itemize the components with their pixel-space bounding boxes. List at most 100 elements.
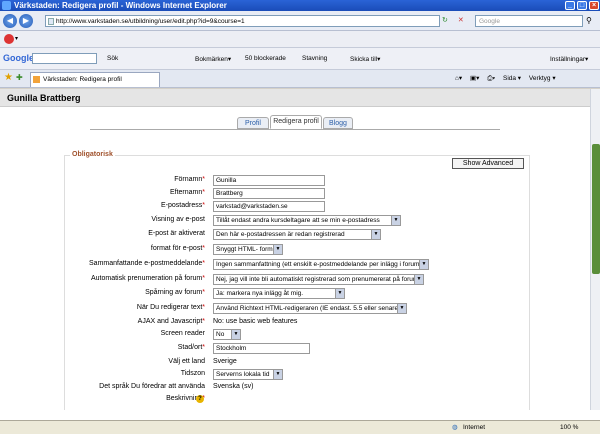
tab-blog[interactable]: Blogg [323, 117, 353, 129]
page-menu[interactable]: Sida ▾ [503, 75, 521, 82]
form-row: Det språk Du föredrar att använda Svenska… [0, 382, 590, 394]
bookmarks-button[interactable]: Bokmärken▾ [195, 55, 231, 63]
show-advanced-button[interactable]: Show Advanced [452, 158, 524, 169]
page-icon [48, 18, 54, 25]
send-to-button[interactable]: Skicka till▾ [350, 55, 380, 63]
static-value: No: use basic web features [213, 318, 298, 325]
select-field[interactable]: Den här e-postadressen är redan registre… [213, 229, 381, 240]
back-icon[interactable]: ◀ [3, 14, 17, 28]
zoom-level[interactable]: 100 % [560, 424, 578, 431]
chevron-down-icon[interactable]: ▼ [391, 216, 400, 225]
home-icon[interactable]: ⌂▾ [455, 75, 462, 82]
google-search-input[interactable] [32, 53, 97, 64]
browser-tab[interactable]: Värkstaden: Redigera profil [30, 72, 160, 87]
scrollbar-thumb[interactable] [592, 144, 600, 274]
scrollbar[interactable] [590, 89, 600, 410]
select-value: No [216, 331, 225, 338]
form-row: Stad/ort* Stockholm [0, 343, 590, 355]
select-value: Snyggt HTML- format [216, 246, 279, 253]
tools-menu[interactable]: Verktyg ▾ [529, 75, 556, 82]
text-field[interactable]: Stockholm [213, 343, 310, 354]
select-field[interactable]: Nej, jag vill inte bli automatiskt regis… [213, 274, 424, 285]
static-value: Svenska (sv) [213, 383, 254, 390]
close-button[interactable]: × [589, 1, 599, 10]
tab-edit-profile[interactable]: Redigera profil [270, 115, 322, 129]
field-label: Stad/ort* [178, 344, 205, 351]
help-icon[interactable]: ? [196, 395, 204, 403]
spellcheck-button[interactable]: Stavning [302, 55, 327, 62]
field-label-text: Sammanfattande e-postmeddelande [89, 260, 203, 267]
select-field[interactable]: Serverns lokala tid ▼ [213, 369, 283, 380]
field-label-text: Det språk Du föredrar att använda [99, 383, 205, 390]
maximize-button[interactable]: □ [577, 1, 587, 10]
select-value: Använd Richtext HTML-redigeraren (IE end… [216, 305, 401, 312]
chevron-down-icon[interactable]: ▼ [371, 230, 380, 239]
select-value: Serverns lokala tid [216, 371, 270, 378]
form-row: Tidszon Serverns lokala tid ▼ [0, 369, 590, 381]
chevron-down-icon[interactable]: ▼ [419, 260, 428, 269]
minimize-button[interactable]: _ [565, 1, 575, 10]
chevron-down-icon[interactable]: ▼ [414, 275, 423, 284]
settings-button[interactable]: Inställningar▾ [550, 55, 588, 63]
form-row: E-postadress* varkstad@varkstaden.se [0, 201, 590, 213]
refresh-icon[interactable]: ↻ [442, 17, 448, 24]
google-logo: Google [3, 53, 34, 63]
select-value: Nej, jag vill inte bli automatiskt regis… [216, 276, 421, 283]
profile-tabs: Profil Redigera profil Blogg [0, 115, 590, 129]
chevron-down-icon[interactable]: ▼ [273, 370, 282, 379]
select-field[interactable]: Använd Richtext HTML-redigeraren (IE end… [213, 303, 407, 314]
field-label-text: När Du redigerar text [136, 304, 203, 311]
select-field[interactable]: Ja: markera nya inlägg åt mig. ▼ [213, 288, 345, 299]
field-label-text: Spårning av forum [145, 289, 203, 296]
stop-icon[interactable]: ✕ [458, 17, 464, 24]
google-search-button[interactable]: Sök [107, 55, 118, 62]
address-toolbar: ◀ ▶ http://www.varkstaden.se/utbildning/… [0, 11, 600, 31]
tab-favicon [33, 76, 40, 83]
field-label: Automatisk prenumeration på forum* [91, 275, 205, 282]
form-row: Beskrivning*? [0, 394, 590, 406]
favorites-star-icon[interactable]: ★ [4, 72, 13, 83]
page-content: Gunilla Brattberg Profil Redigera profil… [0, 89, 590, 410]
window-title-bar: Värkstaden: Redigera profil - Windows In… [0, 0, 600, 11]
select-field[interactable]: Ingen sammanfattning (ett enskilt e-post… [213, 259, 429, 270]
text-field[interactable]: Gunilla [213, 175, 325, 186]
chevron-down-icon[interactable]: ▼ [273, 245, 282, 254]
text-field[interactable]: Brattberg [213, 188, 325, 199]
tab-profile[interactable]: Profil [237, 117, 269, 129]
static-value: Sverige [213, 358, 237, 365]
field-label-text: E-postadress [161, 202, 203, 209]
form-row: AJAX and Javascript* No: use basic web fe… [0, 317, 590, 329]
field-label: Tidszon [181, 370, 205, 377]
field-label-text: Visning av e-post [151, 216, 205, 223]
chevron-down-icon[interactable]: ▼ [397, 304, 406, 313]
print-icon[interactable]: ⎙▾ [487, 75, 495, 82]
select-value: Tillåt endast andra kursdeltagare att se… [216, 217, 380, 224]
popups-blocked[interactable]: 50 blockerade [245, 55, 286, 62]
tab-divider [90, 129, 500, 130]
chevron-down-icon[interactable]: ▾ [15, 35, 18, 42]
select-field[interactable]: Tillåt endast andra kursdeltagare att se… [213, 215, 401, 226]
select-field[interactable]: Snyggt HTML- format ▼ [213, 244, 283, 255]
feeds-icon[interactable]: ▣▾ [470, 75, 479, 82]
links-toolbar: ▾ [0, 31, 600, 48]
forward-icon[interactable]: ▶ [19, 14, 33, 28]
text-field[interactable]: varkstad@varkstaden.se [213, 201, 325, 212]
address-input[interactable]: http://www.varkstaden.se/utbildning/user… [45, 15, 440, 27]
form-row: Sammanfattande e-postmeddelande* Ingen sa… [0, 259, 590, 271]
search-icon[interactable]: ⚲ [586, 16, 592, 25]
required-marker: * [202, 344, 205, 351]
page-title: Gunilla Brattberg [0, 89, 590, 107]
search-input[interactable]: Google [475, 15, 583, 27]
field-label: När Du redigerar text* [137, 304, 205, 311]
form-row: Spårning av forum* Ja: markera nya inlägg… [0, 288, 590, 300]
select-value: Den här e-postadressen är redan registre… [216, 231, 345, 238]
add-favorite-icon[interactable]: ✚ [16, 73, 23, 82]
chevron-down-icon[interactable]: ▼ [335, 289, 344, 298]
tab-bar: ★ ✚ Värkstaden: Redigera profil ⌂▾ ▣▾ ⎙▾… [0, 70, 600, 88]
required-marker: * [202, 176, 205, 183]
feed-icon[interactable] [4, 34, 14, 44]
select-field[interactable]: No ▼ [213, 329, 241, 340]
chevron-down-icon[interactable]: ▼ [231, 330, 240, 339]
field-label: Förnamn* [174, 176, 205, 183]
form-row: När Du redigerar text* Använd Richtext HT… [0, 303, 590, 315]
